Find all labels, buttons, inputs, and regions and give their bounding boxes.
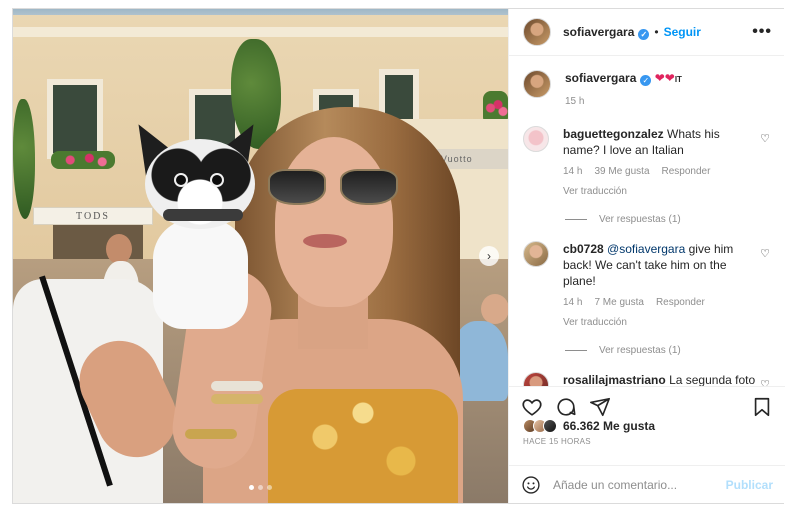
comment-likes[interactable]: 39 Me gusta: [594, 164, 649, 180]
see-translation-link[interactable]: Ver traducción: [563, 315, 758, 331]
replies-divider: [565, 219, 587, 220]
cornice: [13, 27, 508, 37]
puppy-eye: [212, 175, 222, 185]
post-caption: sofiavergara ✓ ❤❤IT 15 h: [523, 70, 770, 110]
comment-username[interactable]: cb0728: [563, 242, 604, 256]
puppy-eye: [176, 175, 186, 185]
comment-bubble-icon[interactable]: [555, 396, 577, 418]
caption-username[interactable]: sofiavergara: [565, 71, 636, 85]
verified-badge-icon: ✓: [640, 75, 652, 86]
caption-time[interactable]: 15 h: [565, 94, 682, 110]
post-photo[interactable]: TODS F. Vuotto ›: [13, 9, 508, 503]
heart-icon[interactable]: [521, 396, 543, 418]
liker-avatar: [543, 419, 557, 433]
comment-item: baguettegonzalez Whats his name? I love …: [523, 126, 770, 200]
next-photo-button[interactable]: ›: [479, 246, 499, 266]
comment-mention[interactable]: @sofiavergara: [607, 242, 685, 256]
post-header: sofiavergara ✓ • Seguir •••: [509, 9, 784, 56]
likes-summary[interactable]: 66.362 Me gusta: [523, 419, 655, 433]
comment-likes[interactable]: 7 Me gusta: [594, 295, 643, 311]
comment-item: cb0728 @sofiavergara give him back! We c…: [523, 241, 770, 331]
replies-divider: [565, 350, 587, 351]
chevron-right-icon: ›: [487, 249, 491, 263]
carousel-dot: [267, 485, 272, 490]
header-separator: •: [654, 25, 659, 39]
comment-like-heart-icon[interactable]: ♡: [760, 247, 770, 260]
comment-username[interactable]: baguettegonzalez: [563, 127, 664, 141]
bystander: [481, 294, 508, 324]
caption-text: ❤❤: [654, 71, 675, 85]
carousel-dot: [258, 485, 263, 490]
commenter-avatar[interactable]: [523, 372, 549, 386]
more-options-icon[interactable]: •••: [752, 23, 772, 41]
comment-item: rosalilajmastriano La segunda foto ♡: [523, 372, 770, 386]
bystander: [106, 234, 132, 264]
view-replies-link[interactable]: Ver respuestas (1): [565, 214, 770, 225]
commenter-avatar[interactable]: [523, 241, 549, 267]
window: [47, 79, 103, 159]
bracelet: [211, 394, 263, 404]
lips: [303, 234, 347, 248]
carousel-dot-active: [249, 485, 254, 490]
smiley-icon[interactable]: [521, 475, 541, 495]
post-age[interactable]: HACE 15 HORAS: [523, 437, 591, 446]
post-sidebar: sofiavergara ✓ • Seguir ••• sofiavergara ✓…: [508, 9, 785, 503]
comment-time[interactable]: 14 h: [563, 164, 582, 180]
comment-text: La segunda foto: [669, 373, 756, 386]
bracelet: [211, 381, 263, 391]
carousel-indicator: [249, 485, 272, 490]
see-translation-link[interactable]: Ver traducción: [563, 184, 758, 200]
add-comment-bar: Publicar: [509, 465, 785, 503]
italy-flag: IT: [674, 75, 682, 84]
instagram-post-modal: TODS F. Vuotto › sofiavergara ✓ • Seguir…: [12, 8, 785, 504]
comment-like-heart-icon[interactable]: ♡: [760, 378, 770, 386]
reply-button[interactable]: Responder: [662, 164, 711, 180]
flower-box: [51, 151, 115, 169]
likes-count[interactable]: 66.362: [563, 419, 600, 433]
reply-button[interactable]: Responder: [656, 295, 705, 311]
paper-plane-icon[interactable]: [589, 396, 611, 418]
commenter-avatar[interactable]: [523, 126, 549, 152]
comment-input[interactable]: [553, 477, 726, 492]
woman-face: [275, 137, 393, 307]
puppy-body: [153, 219, 248, 329]
author-username[interactable]: sofiavergara ✓: [563, 25, 650, 40]
post-comment-button[interactable]: Publicar: [726, 478, 773, 492]
author-avatar[interactable]: [523, 18, 551, 46]
comment-username[interactable]: rosalilajmastriano: [563, 373, 666, 386]
likes-suffix[interactable]: Me gusta: [603, 419, 655, 433]
comments-list[interactable]: sofiavergara ✓ ❤❤IT 15 h baguettegonzalez…: [509, 56, 784, 386]
bracelet: [185, 429, 237, 439]
aviator-sunglasses: [268, 169, 400, 205]
follow-button[interactable]: Seguir: [664, 25, 701, 39]
shop-sign-left: TODS: [33, 207, 153, 225]
climbing-plant: [13, 99, 35, 219]
puppy-collar: [163, 209, 243, 221]
author-avatar[interactable]: [523, 70, 551, 98]
comment-like-heart-icon[interactable]: ♡: [760, 132, 770, 145]
verified-badge-icon: ✓: [638, 28, 650, 40]
bookmark-icon[interactable]: [751, 396, 773, 418]
floral-dress: [268, 389, 458, 503]
view-replies-link[interactable]: Ver respuestas (1): [565, 345, 770, 356]
comment-time[interactable]: 14 h: [563, 295, 582, 311]
